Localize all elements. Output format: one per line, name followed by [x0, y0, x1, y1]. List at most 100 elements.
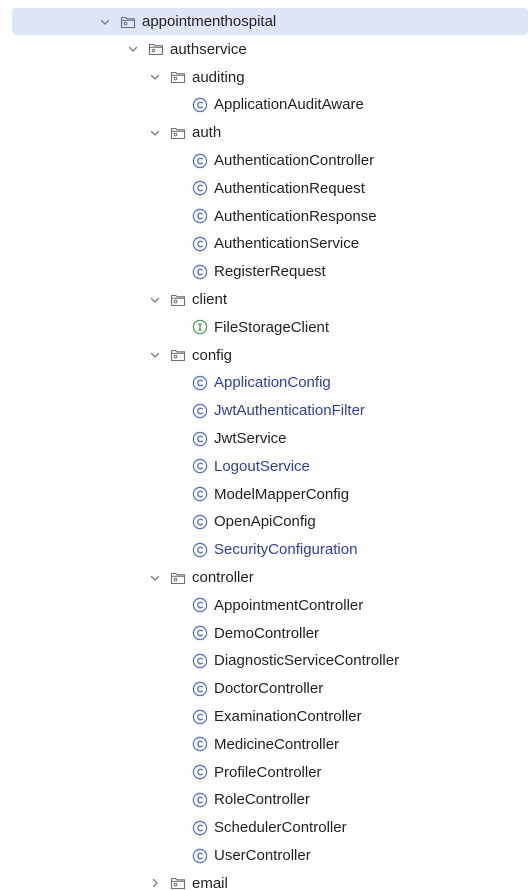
class-node-examination-controller[interactable]: ExaminationController — [0, 703, 528, 730]
chevron-down-icon[interactable] — [148, 293, 162, 307]
tree-node-label: appointmenthospital — [142, 13, 277, 30]
tree-node-label: email — [192, 874, 228, 890]
class-icon — [192, 709, 208, 725]
chevron-down-icon[interactable] — [98, 15, 112, 29]
tree-node-label: client — [192, 291, 228, 308]
class-icon — [192, 375, 208, 391]
tree-node-label: AppointmentController — [214, 596, 364, 614]
class-icon — [192, 403, 208, 419]
class-icon — [192, 264, 208, 280]
class-icon — [192, 736, 208, 752]
tree-node-label: authservice — [170, 40, 247, 58]
chevron-down-icon[interactable] — [148, 126, 162, 140]
interface-node-file-storage-client[interactable]: FileStorageClient — [0, 314, 528, 341]
class-icon — [192, 458, 208, 474]
class-icon — [192, 681, 208, 697]
class-icon — [192, 514, 208, 530]
class-node-application-config[interactable]: ApplicationConfig — [0, 369, 528, 396]
class-node-jwt-service[interactable]: JwtService — [0, 425, 528, 452]
class-node-application-audit-aware[interactable]: ApplicationAuditAware — [0, 91, 528, 118]
tree-node-label: OpenApiConfig — [214, 513, 316, 531]
class-node-doctor-controller[interactable]: DoctorController — [0, 675, 528, 702]
tree-node-label: JwtService — [214, 430, 287, 447]
package-node-email[interactable]: email — [0, 870, 528, 890]
tree-node-label: ExaminationController — [214, 708, 362, 725]
class-icon — [192, 486, 208, 502]
package-folder-icon — [170, 875, 186, 890]
class-icon — [192, 625, 208, 641]
tree-node-label: JwtAuthenticationFilter — [214, 402, 365, 420]
tree-node-label: SecurityConfiguration — [214, 541, 358, 559]
chevron-down-icon[interactable] — [148, 348, 162, 362]
class-icon — [192, 431, 208, 447]
tree-node-label: ProfileController — [214, 763, 322, 781]
package-node-client[interactable]: client — [0, 286, 528, 313]
class-icon — [192, 542, 208, 558]
package-node-config[interactable]: config — [0, 342, 528, 369]
class-node-diagnostic-service-controller[interactable]: DiagnosticServiceController — [0, 647, 528, 674]
package-node-auditing[interactable]: auditing — [0, 64, 528, 91]
tree-node-label: auditing — [192, 68, 245, 86]
class-node-open-api-config[interactable]: OpenApiConfig — [0, 508, 528, 535]
class-node-medicine-controller[interactable]: MedicineController — [0, 731, 528, 758]
tree-node-label: AuthenticationRequest — [214, 179, 365, 197]
class-icon — [192, 764, 208, 780]
class-icon — [192, 848, 208, 864]
tree-node-label: controller — [192, 569, 254, 586]
class-node-role-controller[interactable]: RoleController — [0, 786, 528, 813]
class-node-profile-controller[interactable]: ProfileController — [0, 759, 528, 786]
class-node-authentication-request[interactable]: AuthenticationRequest — [0, 175, 528, 202]
tree-node-label: RoleController — [214, 791, 310, 809]
tree-node-label: DemoController — [214, 624, 320, 642]
interface-icon — [192, 319, 208, 335]
class-icon — [192, 792, 208, 808]
package-folder-icon — [170, 347, 186, 363]
class-node-user-controller[interactable]: UserController — [0, 842, 528, 869]
package-folder-icon — [170, 292, 186, 308]
tree-node-label: ApplicationConfig — [214, 374, 331, 392]
tree-node-label: SchedulerController — [214, 819, 347, 837]
package-folder-icon — [170, 570, 186, 586]
class-icon — [192, 97, 208, 113]
class-node-demo-controller[interactable]: DemoController — [0, 620, 528, 647]
package-node-appointmenthospital[interactable]: appointmenthospital — [0, 8, 528, 35]
tree-node-label: config — [192, 346, 233, 364]
class-node-authentication-controller[interactable]: AuthenticationController — [0, 147, 528, 174]
tree-node-label: auth — [192, 124, 222, 142]
tree-node-label: ModelMapperConfig — [214, 485, 350, 503]
tree-node-label: ApplicationAuditAware — [214, 96, 364, 114]
package-node-auth[interactable]: auth — [0, 119, 528, 146]
class-node-jwt-authentication-filter[interactable]: JwtAuthenticationFilter — [0, 397, 528, 424]
package-folder-icon — [170, 125, 186, 141]
package-node-authservice[interactable]: authservice — [0, 36, 528, 63]
package-folder-icon — [170, 69, 186, 85]
class-icon — [192, 597, 208, 613]
project-tree: appointmenthospital authservice auditing Ap… — [0, 0, 528, 890]
class-node-scheduler-controller[interactable]: SchedulerController — [0, 814, 528, 841]
tree-node-label: LogoutService — [214, 457, 310, 475]
tree-node-label: AuthenticationService — [214, 235, 360, 253]
class-icon — [192, 180, 208, 196]
chevron-down-icon[interactable] — [126, 42, 140, 56]
class-node-authentication-service[interactable]: AuthenticationService — [0, 230, 528, 257]
chevron-right-icon[interactable] — [148, 876, 162, 890]
package-node-controller[interactable]: controller — [0, 564, 528, 591]
tree-node-label: FileStorageClient — [214, 318, 330, 336]
tree-node-label: AuthenticationController — [214, 152, 375, 169]
class-node-appointment-controller[interactable]: AppointmentController — [0, 592, 528, 619]
chevron-down-icon[interactable] — [148, 571, 162, 585]
tree-node-label: AuthenticationResponse — [214, 207, 377, 225]
class-node-authentication-response[interactable]: AuthenticationResponse — [0, 203, 528, 230]
class-icon — [192, 653, 208, 669]
tree-node-label: UserController — [214, 847, 311, 864]
chevron-down-icon[interactable] — [148, 70, 162, 84]
class-icon — [192, 236, 208, 252]
tree-node-label: MedicineController — [214, 735, 340, 753]
tree-node-label: DoctorController — [214, 680, 324, 698]
class-node-security-configuration[interactable]: SecurityConfiguration — [0, 536, 528, 563]
class-node-logout-service[interactable]: LogoutService — [0, 453, 528, 480]
package-folder-icon — [120, 14, 136, 30]
class-node-register-request[interactable]: RegisterRequest — [0, 258, 528, 285]
tree-node-label: DiagnosticServiceController — [214, 652, 400, 670]
class-node-model-mapper-config[interactable]: ModelMapperConfig — [0, 481, 528, 508]
